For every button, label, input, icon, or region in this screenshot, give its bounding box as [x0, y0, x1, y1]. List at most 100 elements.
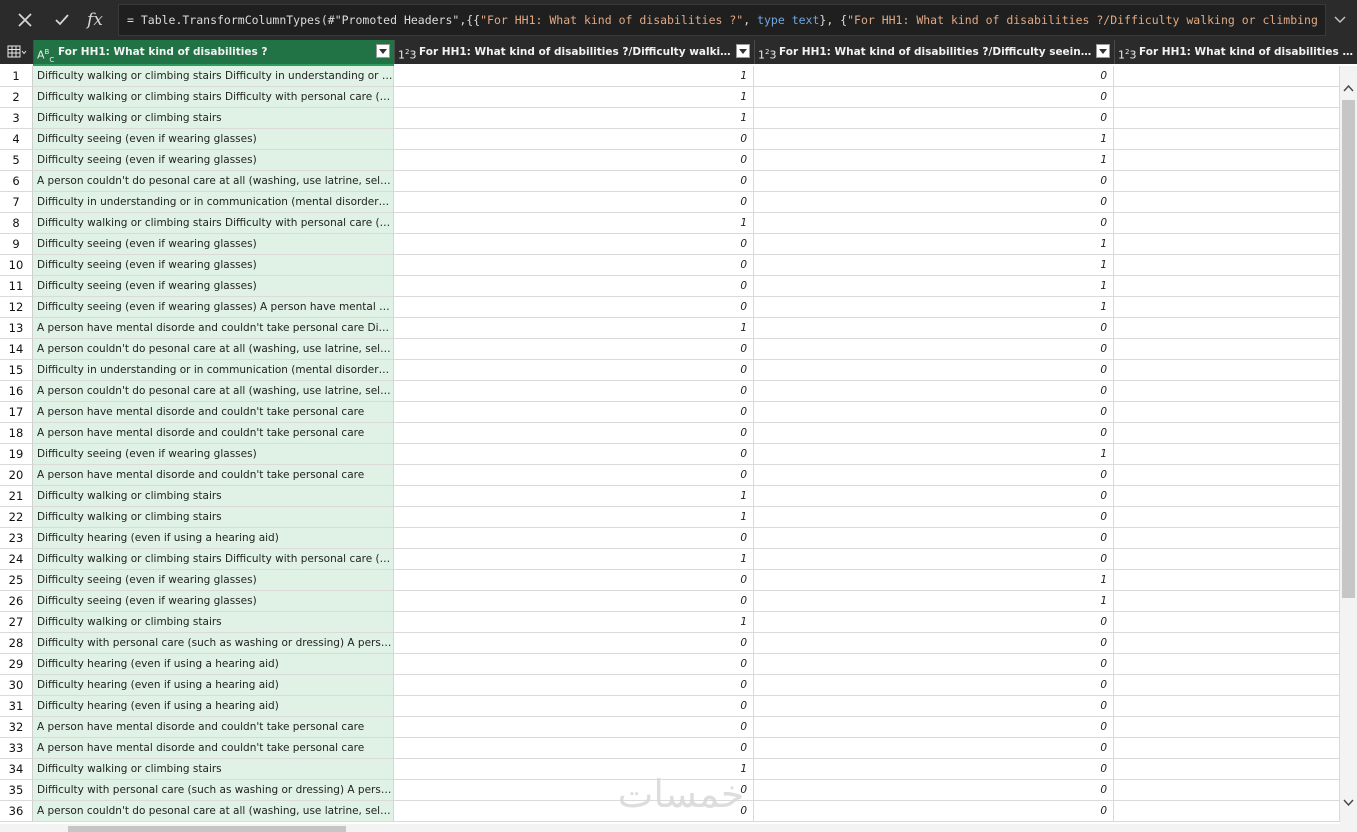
walking-value-cell[interactable]: 0 [394, 381, 754, 402]
walking-value-cell[interactable]: 0 [394, 339, 754, 360]
disability-cell[interactable]: Difficulty hearing (even if using a hear… [33, 528, 394, 549]
walking-value-cell[interactable]: 0 [394, 171, 754, 192]
row-number[interactable]: 6 [0, 171, 33, 192]
walking-value-cell[interactable]: 1 [394, 213, 754, 234]
row-number[interactable]: 33 [0, 738, 33, 759]
table-icon[interactable] [0, 40, 33, 64]
row-number[interactable]: 36 [0, 801, 33, 822]
table-row[interactable]: 16 A person couldn't do pesonal care at a… [0, 381, 1340, 402]
row-number[interactable]: 4 [0, 129, 33, 150]
table-row[interactable]: 30 Difficulty hearing (even if using a he… [0, 675, 1340, 696]
person-value-cell[interactable] [1114, 108, 1340, 129]
disability-cell[interactable]: A person have mental disorde and couldn'… [33, 318, 394, 339]
person-value-cell[interactable] [1114, 759, 1340, 780]
table-row[interactable]: 25 Difficulty seeing (even if wearing gla… [0, 570, 1340, 591]
seeing-value-cell[interactable]: 0 [754, 171, 1114, 192]
seeing-value-cell[interactable]: 0 [754, 192, 1114, 213]
seeing-value-cell[interactable]: 0 [754, 801, 1114, 822]
seeing-value-cell[interactable]: 0 [754, 87, 1114, 108]
table-row[interactable]: 26 Difficulty seeing (even if wearing gla… [0, 591, 1340, 612]
person-value-cell[interactable] [1114, 591, 1340, 612]
table-row[interactable]: 24 Difficulty walking or climbing stairs … [0, 549, 1340, 570]
walking-value-cell[interactable]: 0 [394, 129, 754, 150]
table-row[interactable]: 4 Difficulty seeing (even if wearing glas… [0, 129, 1340, 150]
disability-cell[interactable]: Difficulty seeing (even if wearing glass… [33, 255, 394, 276]
person-value-cell[interactable] [1114, 213, 1340, 234]
row-number[interactable]: 8 [0, 213, 33, 234]
seeing-value-cell[interactable]: 0 [754, 213, 1114, 234]
seeing-value-cell[interactable]: 1 [754, 150, 1114, 171]
walking-value-cell[interactable]: 0 [394, 402, 754, 423]
row-number[interactable]: 31 [0, 696, 33, 717]
person-value-cell[interactable] [1114, 66, 1340, 87]
seeing-value-cell[interactable]: 0 [754, 381, 1114, 402]
table-row[interactable]: 29 Difficulty hearing (even if using a he… [0, 654, 1340, 675]
disability-cell[interactable]: Difficulty in understanding or in commun… [33, 360, 394, 381]
disability-cell[interactable]: A person have mental disorde and couldn'… [33, 717, 394, 738]
table-row[interactable]: 33 A person have mental disorde and could… [0, 738, 1340, 759]
seeing-value-cell[interactable]: 1 [754, 570, 1114, 591]
walking-value-cell[interactable]: 0 [394, 444, 754, 465]
disability-cell[interactable]: Difficulty walking or climbing stairs [33, 612, 394, 633]
disability-cell[interactable]: Difficulty walking or climbing stairs Di… [33, 549, 394, 570]
table-row[interactable]: 3 Difficulty walking or climbing stairs 1 0 [0, 108, 1340, 129]
person-value-cell[interactable] [1114, 528, 1340, 549]
text-type-icon[interactable]: ABC [37, 40, 57, 64]
table-row[interactable]: 9 Difficulty seeing (even if wearing glas… [0, 234, 1340, 255]
table-row[interactable]: 23 Difficulty hearing (even if using a he… [0, 528, 1340, 549]
walking-value-cell[interactable]: 0 [394, 465, 754, 486]
walking-value-cell[interactable]: 1 [394, 66, 754, 87]
walking-value-cell[interactable]: 0 [394, 192, 754, 213]
seeing-value-cell[interactable]: 0 [754, 339, 1114, 360]
disability-cell[interactable]: Difficulty seeing (even if wearing glass… [33, 129, 394, 150]
table-row[interactable]: 17 A person have mental disorde and could… [0, 402, 1340, 423]
disability-cell[interactable]: Difficulty seeing (even if wearing glass… [33, 591, 394, 612]
column-header-walking[interactable]: 123 For HH1: What kind of disabilities ?… [394, 40, 754, 64]
seeing-value-cell[interactable]: 0 [754, 738, 1114, 759]
seeing-value-cell[interactable]: 0 [754, 360, 1114, 381]
person-value-cell[interactable] [1114, 717, 1340, 738]
person-value-cell[interactable] [1114, 465, 1340, 486]
check-icon[interactable] [47, 6, 77, 34]
person-value-cell[interactable] [1114, 339, 1340, 360]
fx-button[interactable]: fx [80, 6, 110, 34]
row-number[interactable]: 21 [0, 486, 33, 507]
walking-value-cell[interactable]: 0 [394, 234, 754, 255]
disability-cell[interactable]: Difficulty hearing (even if using a hear… [33, 696, 394, 717]
seeing-value-cell[interactable]: 0 [754, 465, 1114, 486]
seeing-value-cell[interactable]: 1 [754, 591, 1114, 612]
seeing-value-cell[interactable]: 0 [754, 780, 1114, 801]
row-number[interactable]: 27 [0, 612, 33, 633]
person-value-cell[interactable] [1114, 192, 1340, 213]
walking-value-cell[interactable]: 1 [394, 87, 754, 108]
disability-cell[interactable]: Difficulty hearing (even if using a hear… [33, 675, 394, 696]
person-value-cell[interactable] [1114, 150, 1340, 171]
table-row[interactable]: 1 Difficulty walking or climbing stairs D… [0, 66, 1340, 87]
row-number[interactable]: 24 [0, 549, 33, 570]
row-number[interactable]: 30 [0, 675, 33, 696]
row-number[interactable]: 19 [0, 444, 33, 465]
table-row[interactable]: 13 A person have mental disorde and could… [0, 318, 1340, 339]
person-value-cell[interactable] [1114, 633, 1340, 654]
disability-cell[interactable]: Difficulty seeing (even if wearing glass… [33, 570, 394, 591]
seeing-value-cell[interactable]: 0 [754, 675, 1114, 696]
person-value-cell[interactable] [1114, 87, 1340, 108]
formula-input[interactable]: = Table.TransformColumnTypes(#"Promoted … [118, 4, 1326, 36]
seeing-value-cell[interactable]: 0 [754, 318, 1114, 339]
disability-cell[interactable]: A person have mental disorde and couldn'… [33, 738, 394, 759]
row-number[interactable]: 34 [0, 759, 33, 780]
person-value-cell[interactable] [1114, 381, 1340, 402]
seeing-value-cell[interactable]: 0 [754, 759, 1114, 780]
table-row[interactable]: 14 A person couldn't do pesonal care at a… [0, 339, 1340, 360]
seeing-value-cell[interactable]: 0 [754, 108, 1114, 129]
person-value-cell[interactable] [1114, 360, 1340, 381]
column-header-seeing[interactable]: 123 For HH1: What kind of disabilities ?… [754, 40, 1114, 64]
row-number[interactable]: 23 [0, 528, 33, 549]
person-value-cell[interactable] [1114, 675, 1340, 696]
row-number[interactable]: 5 [0, 150, 33, 171]
walking-value-cell[interactable]: 0 [394, 570, 754, 591]
disability-cell[interactable]: Difficulty walking or climbing stairs [33, 507, 394, 528]
person-value-cell[interactable] [1114, 486, 1340, 507]
table-row[interactable]: 19 Difficulty seeing (even if wearing gla… [0, 444, 1340, 465]
row-number[interactable]: 3 [0, 108, 33, 129]
